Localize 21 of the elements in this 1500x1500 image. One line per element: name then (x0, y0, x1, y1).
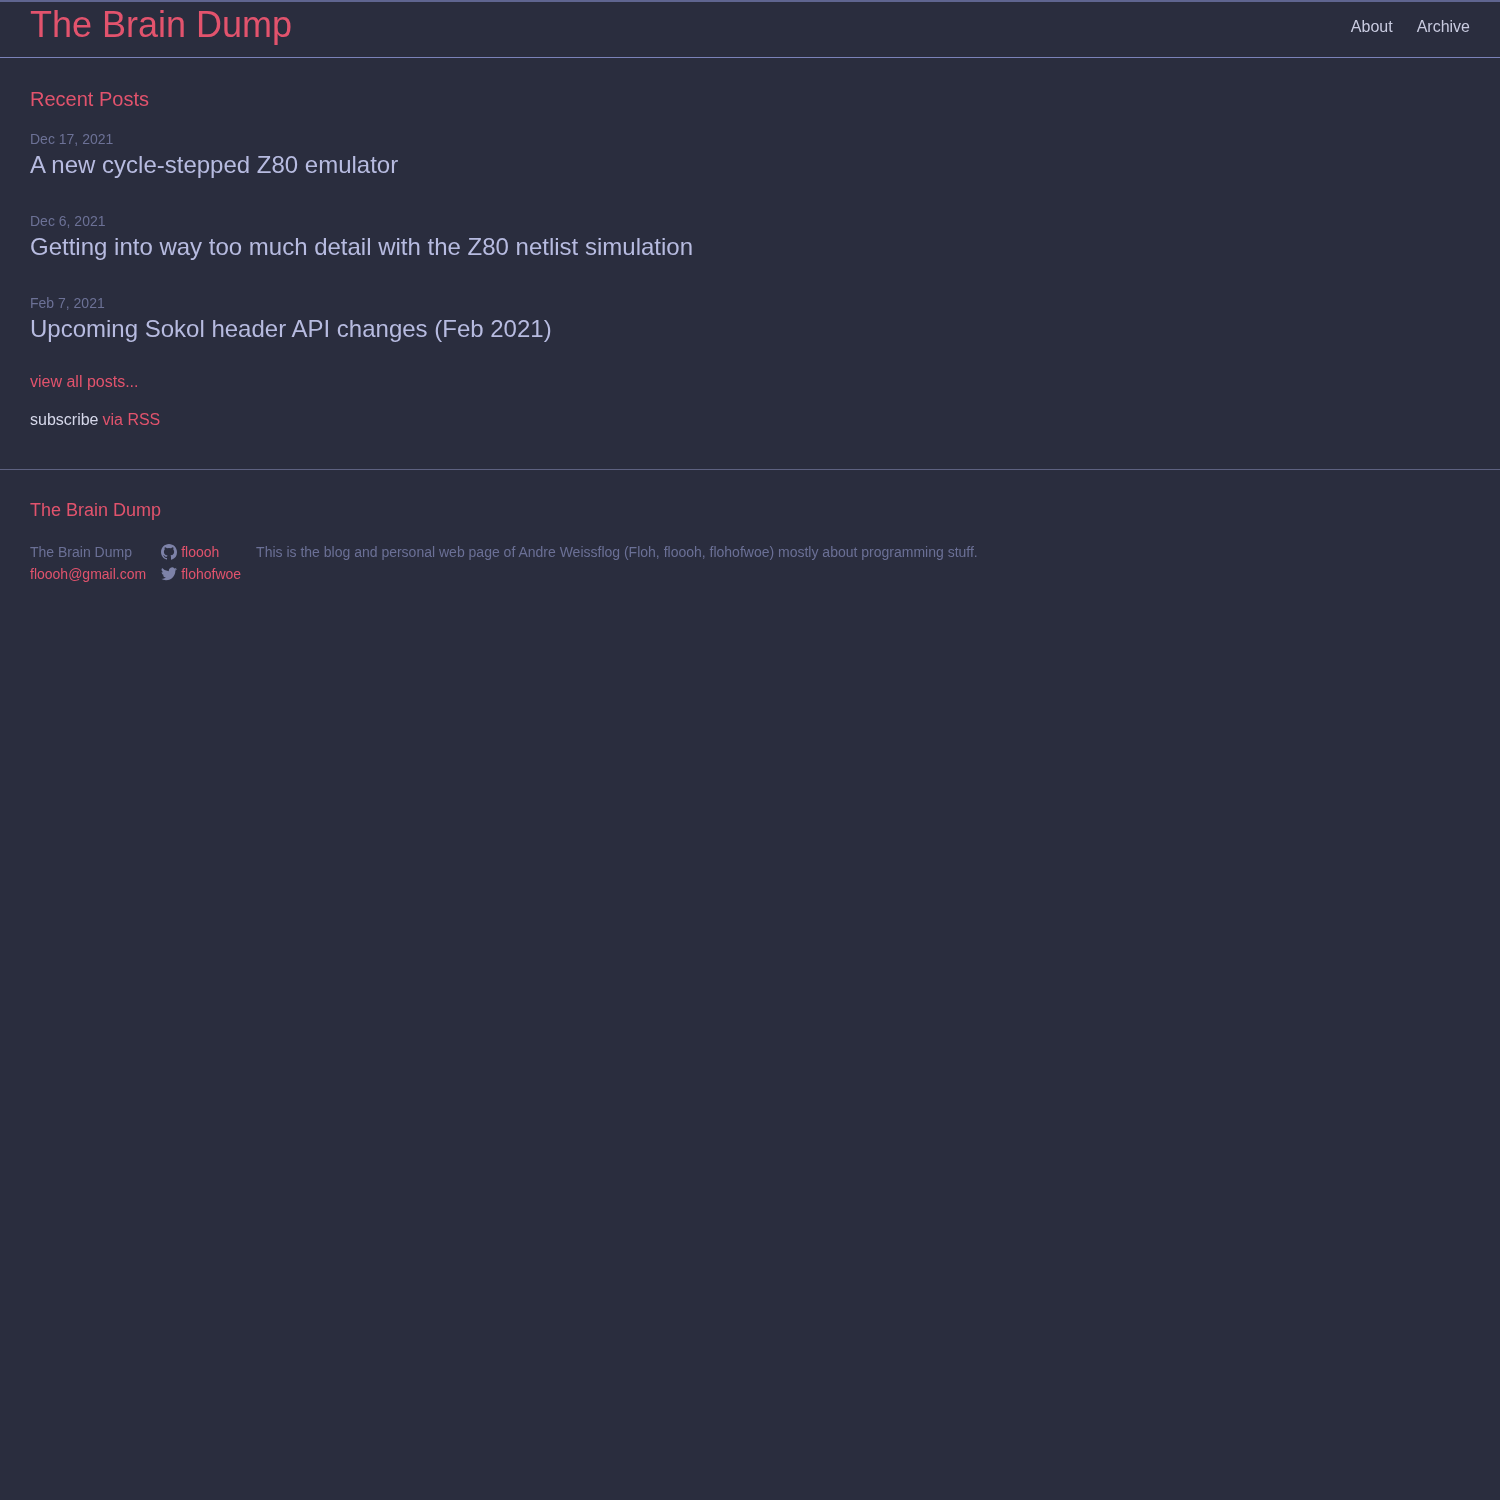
email-link[interactable]: floooh@gmail.com (30, 563, 147, 585)
bird-icon (161, 567, 178, 581)
site-name: The Brain Dump (30, 543, 133, 562)
site-description: This is the blog and personal web page of Andre Weissflog (Floh, floooh, flohofwoe) mostly about programming stuff. (256, 543, 978, 562)
nav-link[interactable]: Archive (1416, 17, 1470, 36)
github-icon (161, 544, 178, 560)
rss-link[interactable]: via RSS (102, 411, 161, 429)
post-title-link[interactable]: Upcoming Sokol header API changes (Feb 2021) (30, 315, 552, 342)
post-date: Dec 6, 2021 (30, 213, 107, 229)
nav-link[interactable]: About (1350, 17, 1393, 36)
social-link[interactable]: flohofwoe (181, 563, 242, 585)
view-all-link[interactable]: view all posts... (30, 373, 139, 391)
post-date: Dec 17, 2021 (30, 131, 115, 147)
site-title[interactable]: The Brain Dump (30, 4, 293, 46)
subscribe-text: subscribe (30, 411, 99, 429)
post-title-link[interactable]: Getting into way too much detail with the Z80 netlist simulation (30, 233, 693, 260)
post-title-link[interactable]: A new cycle-stepped Z80 emulator (30, 151, 399, 178)
footer-heading: The Brain Dump (30, 500, 163, 521)
social-link[interactable]: floooh (181, 541, 220, 563)
section-heading: Recent Posts (30, 88, 150, 111)
post-date: Feb 7, 2021 (30, 295, 106, 311)
